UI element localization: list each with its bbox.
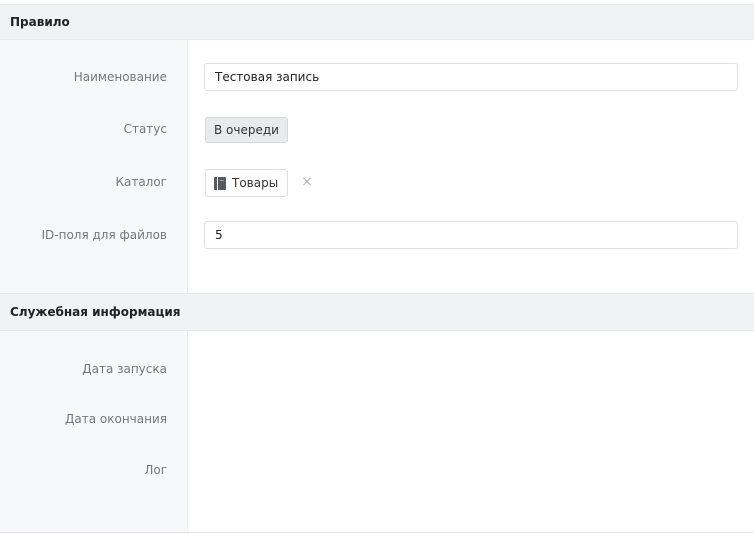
name-input[interactable]: Тестовая запись — [204, 63, 738, 91]
catalog-chip-label: Товары — [232, 176, 279, 190]
book-icon — [214, 176, 226, 190]
name-label: Наименование — [73, 70, 167, 84]
section-header-rule: Правило — [0, 4, 754, 40]
section-header-service-info: Служебная информация — [0, 293, 754, 331]
rule-form: Правило Наименование Тестовая запись Ста… — [0, 0, 754, 534]
catalog-label: Каталог — [115, 175, 167, 189]
file-field-id-label: ID-поля для файлов — [41, 228, 168, 242]
status-badge: В очереди — [205, 117, 288, 143]
bottom-divider — [0, 532, 754, 533]
status-badge-text: В очереди — [214, 123, 279, 137]
catalog-chip[interactable]: Товары — [205, 169, 289, 197]
file-field-id-input[interactable]: 5 — [204, 221, 738, 249]
log-label: Лог — [144, 463, 167, 477]
close-icon[interactable]: × — [300, 175, 314, 189]
status-label: Статус — [123, 122, 167, 136]
section-title-rule: Правило — [10, 15, 70, 29]
name-input-value: Тестовая запись — [215, 70, 320, 84]
end-date-label: Дата окончания — [65, 412, 167, 426]
start-date-label: Дата запуска — [82, 362, 167, 376]
file-field-id-value: 5 — [215, 228, 223, 242]
section-title-service-info: Служебная информация — [10, 305, 181, 319]
